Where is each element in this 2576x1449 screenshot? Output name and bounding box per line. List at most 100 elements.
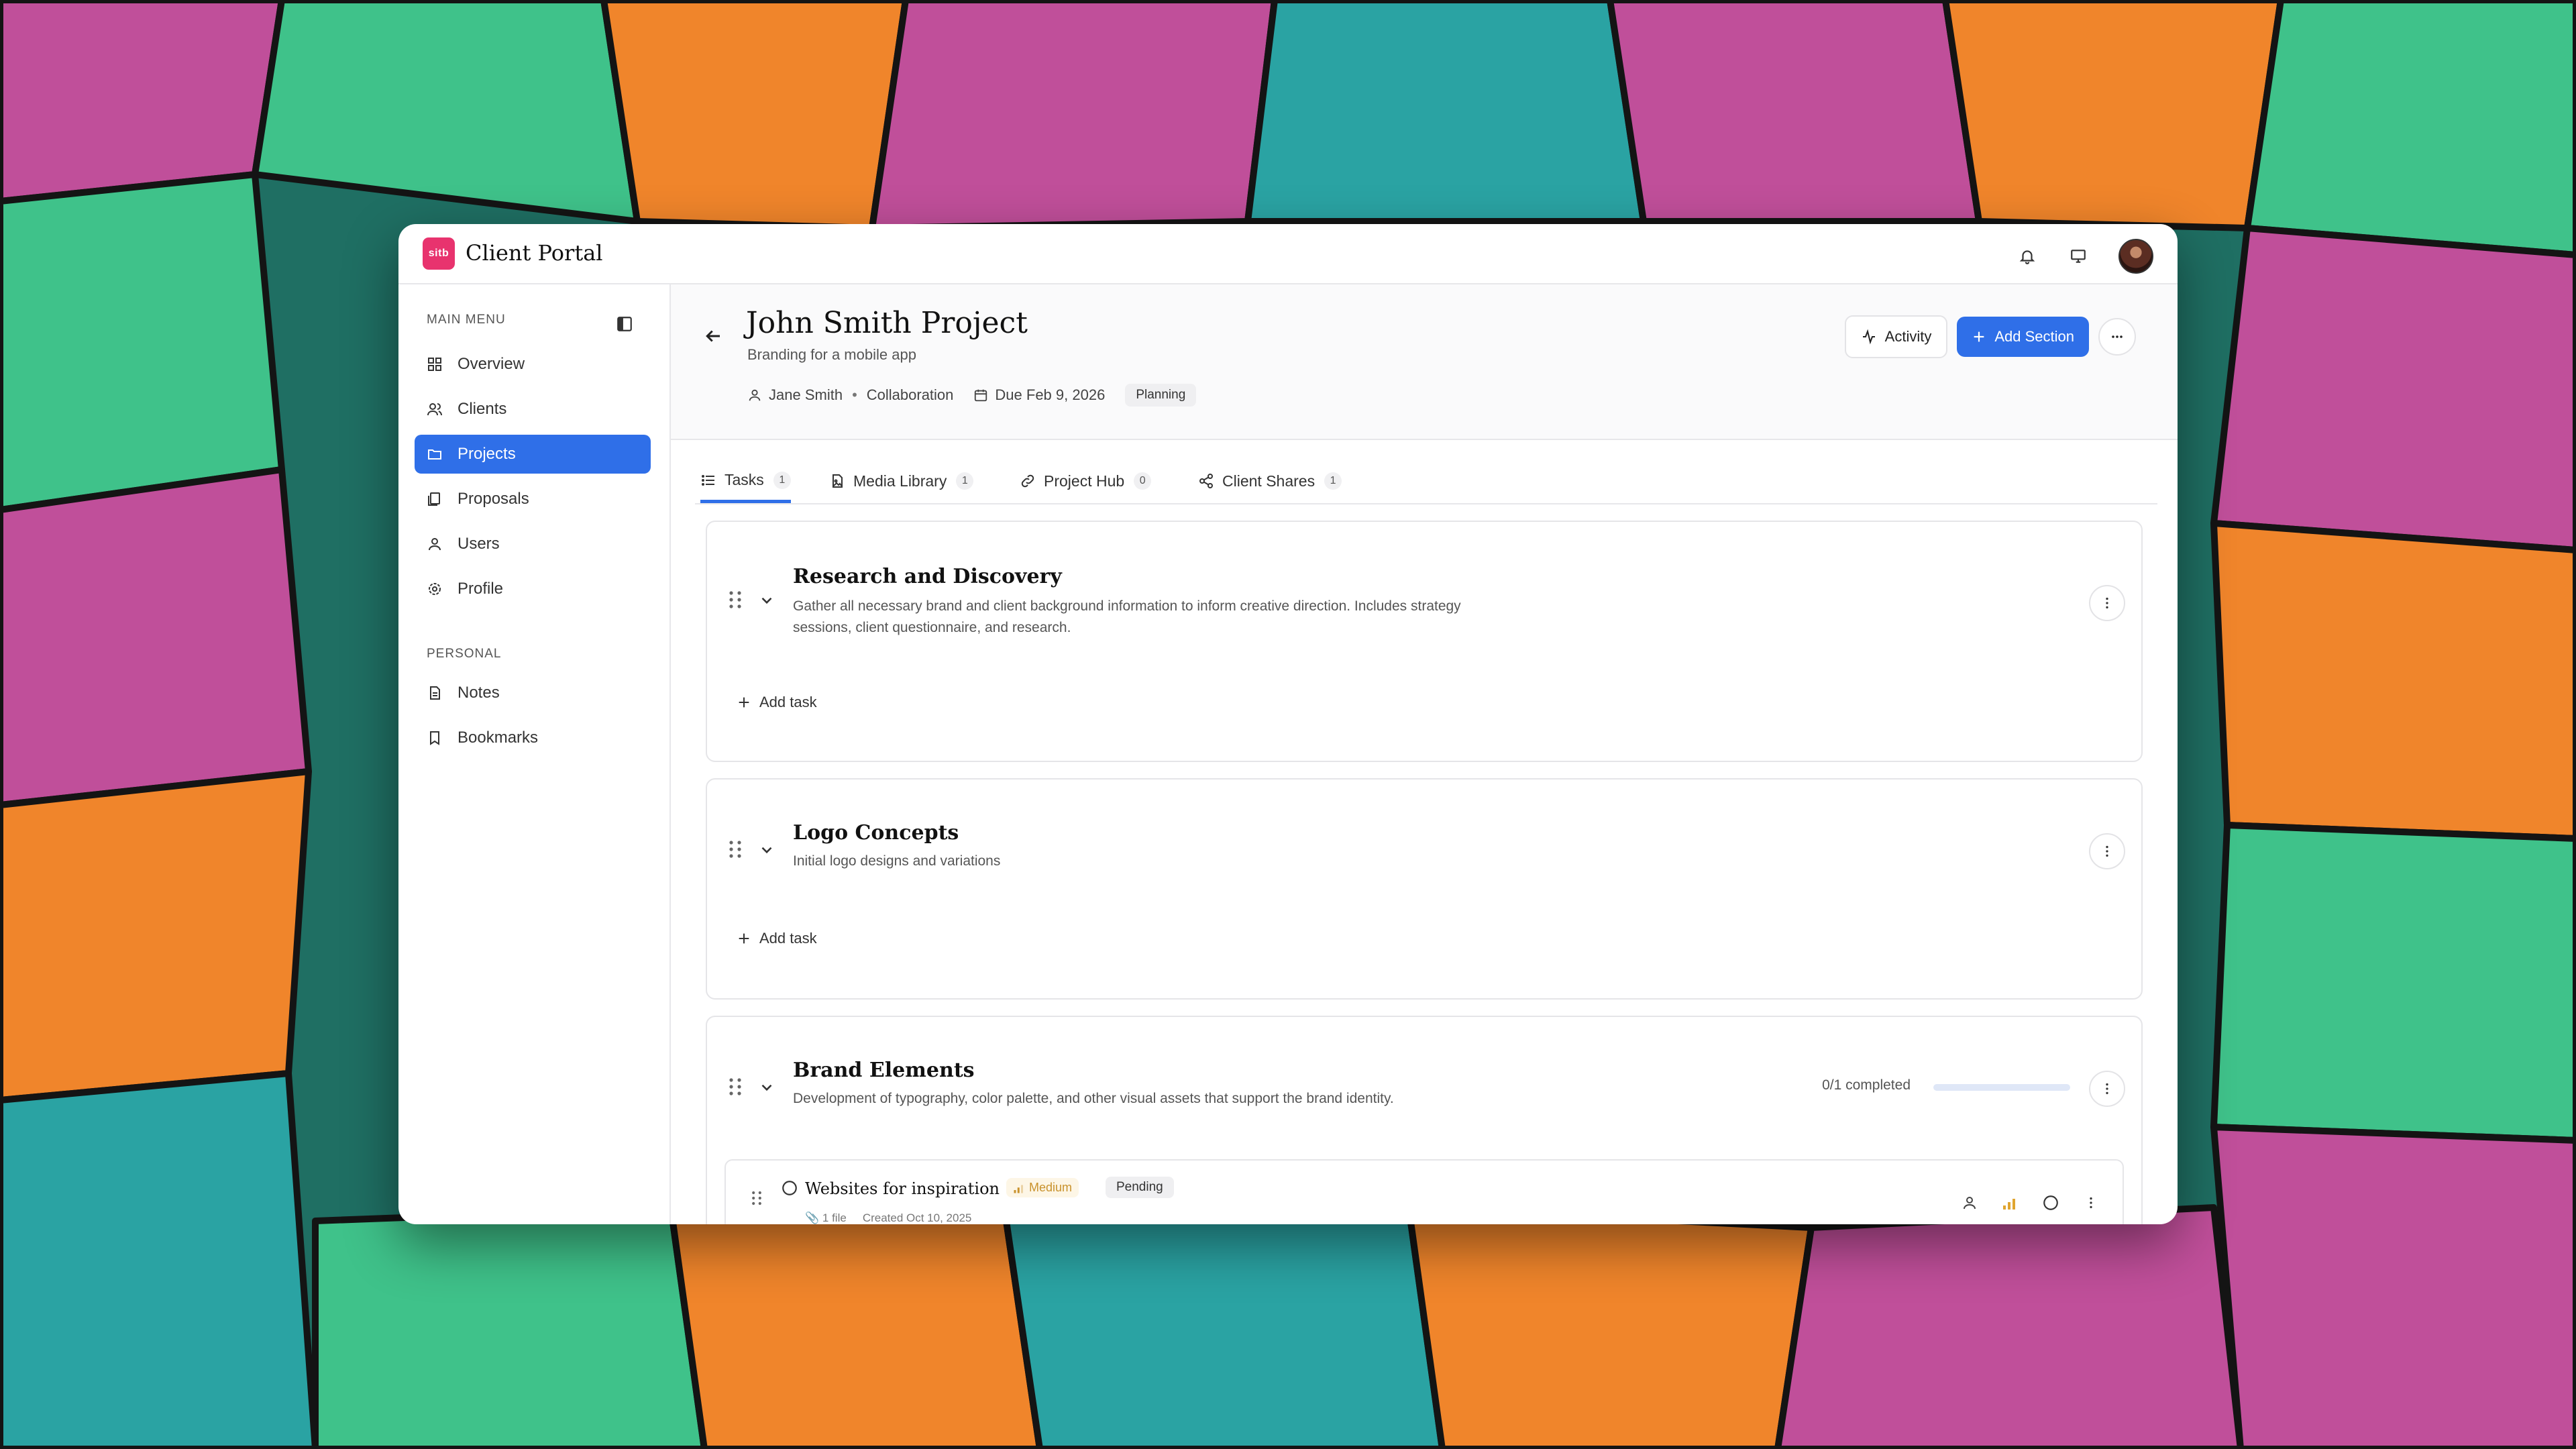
sidebar-item-users[interactable]: Users xyxy=(415,525,651,564)
add-task-button[interactable]: Add task xyxy=(737,930,817,947)
file-image-icon xyxy=(829,473,845,489)
more-vertical-icon xyxy=(2100,596,2114,610)
task-name[interactable]: Websites for inspiration xyxy=(805,1179,1000,1198)
priority-badge: Medium xyxy=(1006,1178,1079,1197)
add-task-label: Add task xyxy=(759,930,817,947)
app-logo[interactable]: sitb xyxy=(423,237,455,270)
task-checkbox[interactable] xyxy=(781,1179,798,1200)
section-title: Brand Elements xyxy=(793,1059,975,1082)
chevron-down-icon[interactable] xyxy=(758,841,775,862)
sidebar-item-profile[interactable]: Profile xyxy=(415,570,651,608)
more-vertical-icon[interactable] xyxy=(2084,1195,2098,1210)
add-task-label: Add task xyxy=(759,694,817,710)
tab-label: Project Hub xyxy=(1044,472,1125,490)
sidebar: MAIN MENU Overview Clients Projects Prop… xyxy=(398,284,671,1224)
task-row[interactable]: Websites for inspiration Medium Pending … xyxy=(724,1159,2124,1224)
personal-heading: PERSONAL xyxy=(427,647,502,661)
sidebar-item-label: Projects xyxy=(458,445,516,463)
tab-label: Client Shares xyxy=(1222,472,1316,490)
sidebar-item-label: Notes xyxy=(458,684,500,702)
drag-handle-icon[interactable] xyxy=(751,1190,762,1210)
top-bar: sitb Client Portal xyxy=(398,224,2178,284)
share-icon xyxy=(1198,473,1214,489)
add-section-label: Add Section xyxy=(1994,328,2074,345)
priority-label: Medium xyxy=(1029,1181,1073,1194)
task-created: Created Oct 10, 2025 xyxy=(862,1212,972,1224)
drag-handle-icon[interactable] xyxy=(729,590,742,612)
avatar[interactable] xyxy=(2118,239,2153,274)
section-card: Brand Elements Development of typography… xyxy=(706,1016,2143,1224)
person-icon xyxy=(747,388,762,402)
tab-client-shares[interactable]: Client Shares 1 xyxy=(1198,460,1342,502)
main-content: John Smith Project Branding for a mobile… xyxy=(671,284,2178,1224)
sidebar-item-label: Clients xyxy=(458,400,507,418)
activity-label: Activity xyxy=(1884,328,1932,345)
status-badge: Pending xyxy=(1106,1177,1174,1198)
list-icon xyxy=(700,472,716,488)
add-task-button[interactable]: Add task xyxy=(737,694,817,711)
project-due-date: Due Feb 9, 2026 xyxy=(995,386,1106,403)
monitor-icon[interactable] xyxy=(2068,246,2089,267)
drag-handle-icon[interactable] xyxy=(729,1077,742,1099)
tab-media-library[interactable]: Media Library 1 xyxy=(829,460,974,502)
app-title: Client Portal xyxy=(466,240,603,266)
sidebar-item-label: Proposals xyxy=(458,490,529,508)
activity-button[interactable]: Activity xyxy=(1844,315,1948,358)
note-icon xyxy=(427,685,447,701)
app-window: sitb Client Portal MAIN MENU Overview Cl… xyxy=(398,224,2178,1224)
proposal-icon xyxy=(427,491,447,507)
sidebar-item-label: Users xyxy=(458,535,500,553)
tab-bar: Tasks 1 Media Library 1 Project Hub 0 Cl… xyxy=(695,460,2157,504)
section-card: Logo Concepts Initial logo designs and v… xyxy=(706,778,2143,1000)
progress-bar xyxy=(1933,1084,2070,1091)
back-arrow-icon[interactable] xyxy=(703,326,723,350)
calendar-icon xyxy=(973,388,988,402)
bell-icon[interactable] xyxy=(2017,246,2038,267)
sidebar-item-bookmarks[interactable]: Bookmarks xyxy=(415,718,651,757)
more-horizontal-icon xyxy=(2109,329,2125,345)
assignee-icon[interactable] xyxy=(1962,1195,1978,1211)
section-title: Logo Concepts xyxy=(793,821,959,845)
main-menu-heading: MAIN MENU xyxy=(427,313,506,327)
page-title: John Smith Project xyxy=(746,306,1028,340)
section-description: Development of typography, color palette… xyxy=(793,1091,1394,1106)
add-section-button[interactable]: Add Section xyxy=(1957,317,2089,357)
bookmark-icon xyxy=(427,730,447,746)
sidebar-item-label: Profile xyxy=(458,580,504,598)
folder-icon xyxy=(427,446,447,462)
signal-icon[interactable] xyxy=(2002,1195,2018,1211)
sidebar-collapse-icon[interactable] xyxy=(616,315,633,336)
tab-count: 1 xyxy=(1324,472,1342,490)
status-circle-icon[interactable] xyxy=(2042,1194,2059,1212)
link-icon xyxy=(1020,473,1036,489)
user-icon xyxy=(427,536,447,552)
tab-label: Tasks xyxy=(724,471,764,488)
section-menu-button[interactable] xyxy=(2089,585,2125,621)
tab-count: 0 xyxy=(1134,472,1152,490)
tab-count: 1 xyxy=(956,472,974,490)
chevron-down-icon[interactable] xyxy=(758,1079,775,1099)
tab-tasks[interactable]: Tasks 1 xyxy=(700,460,791,503)
project-header: John Smith Project Branding for a mobile… xyxy=(671,284,2178,440)
sidebar-item-projects[interactable]: Projects xyxy=(415,435,651,474)
sidebar-item-overview[interactable]: Overview xyxy=(415,345,651,384)
section-description: Gather all necessary brand and client ba… xyxy=(793,598,1461,635)
plus-icon xyxy=(737,931,751,946)
drag-handle-icon[interactable] xyxy=(729,840,742,862)
more-vertical-icon xyxy=(2100,844,2114,859)
status-badge: Planning xyxy=(1125,384,1197,407)
sidebar-item-proposals[interactable]: Proposals xyxy=(415,480,651,519)
chevron-down-icon[interactable] xyxy=(758,592,775,612)
section-description: Initial logo designs and variations xyxy=(793,853,1001,869)
sidebar-item-clients[interactable]: Clients xyxy=(415,390,651,429)
section-title: Research and Discovery xyxy=(793,565,1062,588)
tab-project-hub[interactable]: Project Hub 0 xyxy=(1020,460,1152,502)
sidebar-item-label: Overview xyxy=(458,355,525,373)
section-menu-button[interactable] xyxy=(2089,833,2125,869)
sidebar-item-notes[interactable]: Notes xyxy=(415,674,651,712)
section-menu-button[interactable] xyxy=(2089,1071,2125,1107)
more-vertical-icon xyxy=(2100,1081,2114,1096)
users-icon xyxy=(427,401,447,417)
project-meta: Jane Smith • Collaboration Due Feb 9, 20… xyxy=(747,384,1197,407)
more-options-button[interactable] xyxy=(2098,318,2136,356)
